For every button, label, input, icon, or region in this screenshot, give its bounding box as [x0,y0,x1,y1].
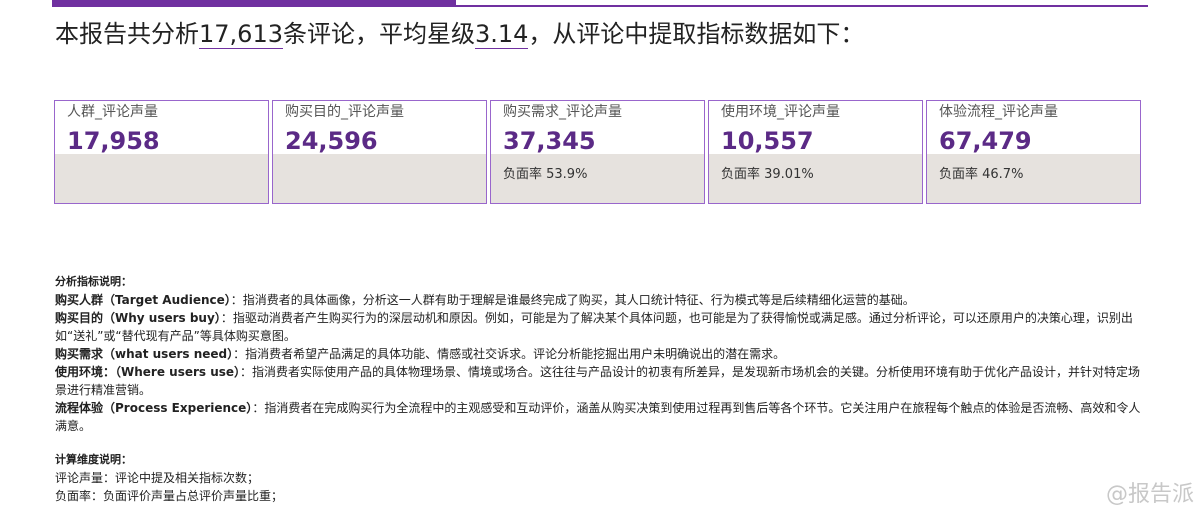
card-value: 10,557 [721,127,814,155]
card-value: 24,596 [285,127,378,155]
review-count: 17,613 [199,20,283,49]
headline-suffix: ，从评论中提取指标数据如下： [528,20,865,48]
card-value: 37,345 [503,127,596,155]
headline-mid: 条评论，平均星级 [282,20,475,48]
card-label: 购买目的_评论声量 [285,104,404,120]
note-desc: ：指消费者希望产品满足的具体功能、情感或社交诉求。评论分析能挖掘出用户未明确说出… [233,347,786,361]
card-negative-rate: 负面率 53.9% [503,167,588,182]
calc-line: 评论声量：评论中提及相关指标次数； [55,471,260,485]
calc-title: 计算维度说明： [55,453,132,466]
note-item: 购买需求（what users need）：指消费者希望产品满足的具体功能、情感… [55,345,1145,363]
card-negative-rate: 负面率 39.01% [721,167,814,182]
headline-prefix: 本报告共分析 [55,20,199,48]
note-item: 购买目的（Why users buy）：指驱动消费者产生购买行为的深层动机和原因… [55,309,1145,345]
card-lower-panel [273,154,486,203]
metric-card-environment: 使用环境_评论声量 10,557 负面率 39.01% [708,100,923,204]
top-accent-bar [52,0,456,7]
card-label: 购买需求_评论声量 [503,104,622,120]
calc-line: 负面率：负面评价声量占总评价声量比重； [55,489,284,503]
summary-headline: 本报告共分析17,613条评论，平均星级3.14，从评论中提取指标数据如下： [55,18,864,50]
card-label: 人群_评论声量 [67,104,158,120]
note-item: 流程体验（Process Experience）：指消费者在完成购买行为全流程中… [55,399,1145,435]
note-term: 购买需求（what users need） [55,347,234,361]
card-lower-panel [55,154,268,203]
note-desc: ：指消费者的具体画像，分析这一人群有助于理解是谁最终完成了购买，其人口统计特征、… [230,293,915,307]
note-item: 购买人群（Target Audience）：指消费者的具体画像，分析这一人群有助… [55,291,1145,309]
note-term: 流程体验（Process Experience） [55,401,253,415]
card-value: 17,958 [67,127,160,155]
metric-card-needs: 购买需求_评论声量 37,345 负面率 53.9% [490,100,705,204]
note-term: 使用环境：（Where users use） [55,365,241,379]
average-rating: 3.14 [474,20,529,49]
top-accent-line [456,5,1148,7]
card-negative-rate: 负面率 46.7% [939,167,1024,182]
card-label: 体验流程_评论声量 [939,104,1058,120]
metric-notes: 分析指标说明： 购买人群（Target Audience）：指消费者的具体画像，… [55,273,1145,505]
metric-cards: 人群_评论声量 17,958 购买目的_评论声量 24,596 购买需求_评论声… [54,100,1142,206]
note-term: 购买人群（Target Audience） [55,293,231,307]
card-value: 67,479 [939,127,1032,155]
metric-card-audience: 人群_评论声量 17,958 [54,100,269,204]
note-item: 使用环境：（Where users use）：指消费者实际使用产品的具体物理场景… [55,363,1145,399]
notes-title: 分析指标说明： [55,275,132,288]
metric-card-experience: 体验流程_评论声量 67,479 负面率 46.7% [926,100,1141,204]
metric-card-purpose: 购买目的_评论声量 24,596 [272,100,487,204]
watermark: @报告派 [1105,482,1194,507]
card-label: 使用环境_评论声量 [721,104,840,120]
note-term: 购买目的（Why users buy） [55,311,221,325]
